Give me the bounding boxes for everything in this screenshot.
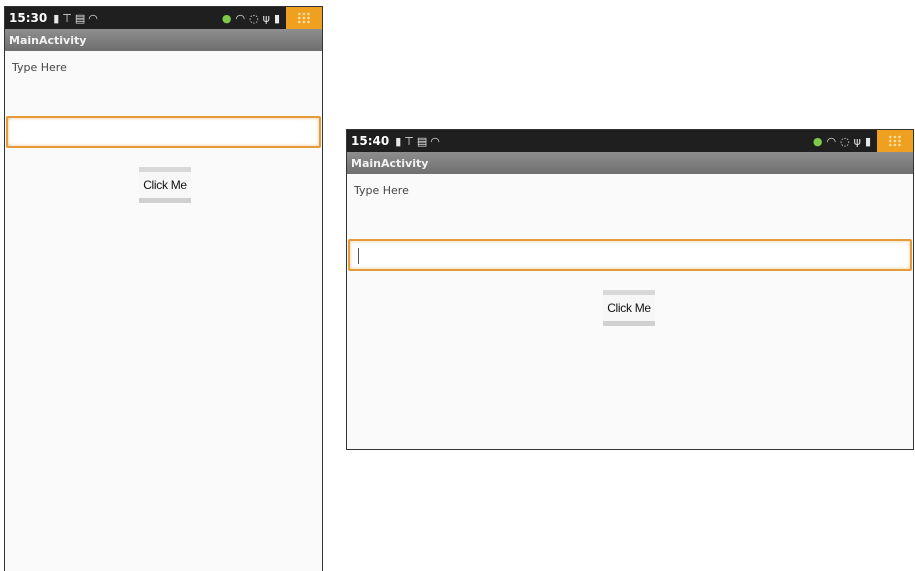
click-me-button[interactable]: Click Me: [603, 290, 655, 326]
device-screen-portrait: 15:30 ▮ ⊤ ▤ ◠ ● ◠ ◌ ψ ▮ MainActivity Typ…: [4, 6, 323, 571]
usb-icon: ψ: [262, 11, 270, 25]
status-time: 15:30: [9, 11, 48, 25]
circle-icon: ◌: [249, 11, 259, 25]
signal-icon: ⊤: [62, 11, 72, 25]
signal-icon: ⊤: [404, 134, 414, 148]
wifi-icon: ◠: [88, 11, 98, 25]
menu-button[interactable]: [877, 130, 913, 152]
notification-icon: ▤: [74, 11, 86, 25]
battery-icon: ▮: [864, 134, 871, 148]
type-here-label: Type Here: [354, 184, 409, 197]
title-bar: MainActivity: [5, 29, 322, 51]
menu-button[interactable]: [286, 7, 322, 29]
sd-card-icon: ▮: [395, 134, 402, 148]
sync-icon: ●: [812, 134, 823, 148]
menu-grid-icon: [888, 135, 902, 147]
status-bar: 15:30 ▮ ⊤ ▤ ◠ ● ◠ ◌ ψ ▮: [5, 7, 322, 29]
circle-icon: ◌: [840, 134, 850, 148]
text-input[interactable]: [6, 116, 321, 148]
wifi-icon: ◠: [430, 134, 440, 148]
click-me-button[interactable]: Click Me: [139, 167, 191, 203]
wifi-icon: ◠: [826, 134, 837, 148]
sd-card-icon: ▮: [53, 11, 60, 25]
sync-icon: ●: [221, 11, 232, 25]
usb-icon: ψ: [853, 134, 861, 148]
type-here-label: Type Here: [12, 61, 67, 74]
text-caret: [358, 248, 359, 264]
status-bar: 15:40 ▮ ⊤ ▤ ◠ ● ◠ ◌ ψ ▮: [347, 130, 913, 152]
status-time: 15:40: [351, 134, 390, 148]
battery-icon: ▮: [273, 11, 280, 25]
wifi-icon: ◠: [235, 11, 246, 25]
text-input[interactable]: [348, 239, 912, 271]
notification-icon: ▤: [416, 134, 428, 148]
title-bar: MainActivity: [347, 152, 913, 174]
menu-grid-icon: [297, 12, 311, 24]
device-screen-landscape: 15:40 ▮ ⊤ ▤ ◠ ● ◠ ◌ ψ ▮ MainActivity Typ…: [346, 129, 914, 450]
